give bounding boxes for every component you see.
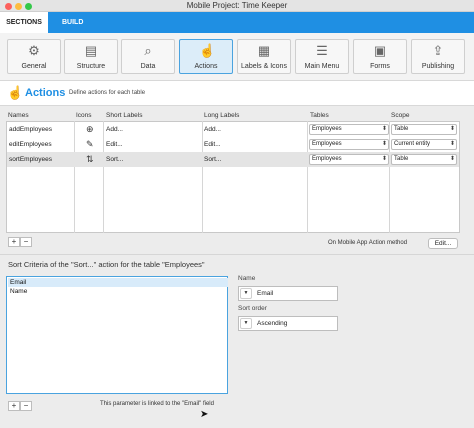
divider (0, 254, 474, 255)
remove-action-button[interactable]: − (20, 237, 32, 247)
window-titlebar: Mobile Project: Time Keeper (0, 0, 474, 12)
actions-header: ☝ Actions Define actions for each table (0, 80, 474, 106)
pointer-hand-icon: ☝ (199, 43, 216, 58)
scope-select[interactable]: Table ⬍ (391, 124, 457, 135)
window-title: Mobile Project: Time Keeper (186, 1, 288, 10)
stepper-arrows-icon: ⬍ (381, 126, 387, 132)
gear-icon: ⚙ (28, 43, 40, 58)
list-item[interactable]: Email (8, 278, 228, 287)
linked-field-note: This parameter is linked to the "Email" … (100, 401, 214, 407)
toolbar-button-data[interactable]: ⌕ Data (121, 39, 175, 74)
toolbar-button-publishing[interactable]: ⇪ Publishing (411, 39, 465, 74)
edit-method-button[interactable]: Edit... (428, 238, 458, 249)
action-name[interactable]: addEmployees (9, 122, 52, 137)
remove-sort-field-button[interactable]: − (20, 401, 32, 411)
long-label[interactable]: Sort... (204, 152, 221, 167)
stepper-arrows-icon: ⬍ (449, 141, 455, 147)
sort-order-select[interactable]: ▼ Ascending (238, 316, 338, 331)
toolbar-button-label: Structure (76, 63, 106, 70)
sort-criteria-title: Sort Criteria of the "Sort..." action fo… (8, 260, 205, 269)
sort-order-value: Ascending (257, 320, 288, 327)
list-item[interactable]: Name (8, 287, 228, 296)
column-header-icons[interactable]: Icons (76, 112, 92, 119)
add-circle-icon[interactable]: ⊕ (86, 122, 94, 137)
short-label[interactable]: Add... (106, 122, 123, 137)
toolbar-button-actions[interactable]: ☝ Actions (179, 39, 233, 74)
toolbar-button-general[interactable]: ⚙ General (7, 39, 61, 74)
chevron-down-icon[interactable]: ▼ (240, 318, 252, 329)
tab-build[interactable]: BUILD (62, 12, 83, 33)
long-label[interactable]: Edit... (204, 137, 221, 152)
table-select[interactable]: Employees ⬍ (309, 139, 389, 150)
stepper-arrows-icon: ⬍ (449, 126, 455, 132)
section-tabbar: SECTIONS BUILD (0, 12, 474, 33)
table-select-value: Employees (312, 156, 342, 162)
column-header-scope[interactable]: Scope (391, 112, 409, 119)
scope-select-value: Current entity (394, 141, 431, 147)
column-header-names[interactable]: Names (8, 112, 29, 119)
name-select-value: Email (257, 290, 274, 297)
pencil-icon[interactable]: ✎ (86, 137, 94, 152)
table-select-value: Employees (312, 141, 342, 147)
column-header-long-labels[interactable]: Long Labels (204, 112, 239, 119)
page-subtitle: Define actions for each table (69, 90, 146, 96)
data-icon: ⌕ (144, 43, 152, 58)
toolbar-button-label: Labels & Icons (241, 63, 287, 70)
table-row[interactable]: addEmployees ⊕ Add... Add... Employees ⬍ Table… (7, 122, 459, 137)
name-field-label: Name (238, 275, 256, 282)
action-name[interactable]: editEmployees (9, 137, 52, 152)
table-select-value: Employees (312, 126, 342, 132)
labels-icons-icon: ▦ (257, 43, 271, 58)
table-row[interactable]: editEmployees ✎ Edit... Edit... Employees ⬍ Cu… (7, 137, 459, 152)
toolbar-button-label: Main Menu (304, 63, 340, 70)
short-label[interactable]: Edit... (106, 137, 123, 152)
toolbar-button-main-menu[interactable]: ☰ Main Menu (295, 39, 349, 74)
page-title: Actions (25, 87, 66, 99)
table-select[interactable]: Employees ⬍ (309, 124, 389, 135)
stepper-arrows-icon: ⬍ (449, 156, 455, 162)
pointer-hand-icon: ☝ (7, 85, 24, 100)
long-label[interactable]: Add... (204, 122, 221, 137)
tab-sections[interactable]: SECTIONS (0, 12, 48, 33)
structure-icon: ▤ (84, 43, 98, 58)
table-row[interactable]: sortEmployees ⇅ Sort... Sort... Employees ⬍ Ta… (7, 152, 459, 167)
forms-icon: ▣ (373, 43, 387, 58)
add-sort-field-button[interactable]: + (8, 401, 20, 411)
scope-select-value: Table (394, 156, 409, 162)
chevron-down-icon[interactable]: ▼ (240, 288, 252, 299)
toolbar-button-forms[interactable]: ▣ Forms (353, 39, 407, 74)
method-label: On Mobile App Action method (328, 240, 408, 246)
toolbar-button-structure[interactable]: ▤ Structure (64, 39, 118, 74)
toolbar-button-label: Actions (194, 63, 218, 70)
stepper-arrows-icon: ⬍ (381, 141, 387, 147)
scope-select[interactable]: Table ⬍ (391, 154, 457, 165)
mouse-cursor-icon: ➤ (200, 409, 209, 420)
name-select[interactable]: ▼ Email (238, 286, 338, 301)
stepper-arrows-icon: ⬍ (381, 156, 387, 162)
sort-arrows-icon[interactable]: ⇅ (86, 152, 94, 167)
publishing-icon: ⇪ (432, 43, 444, 58)
sort-order-label: Sort order (238, 305, 267, 312)
scope-select[interactable]: Current entity ⬍ (391, 139, 457, 150)
toolbar-button-label: Data (140, 63, 156, 70)
column-header-tables[interactable]: Tables (310, 112, 329, 119)
add-action-button[interactable]: + (8, 237, 20, 247)
toolbar-button-label: Publishing (421, 63, 455, 70)
column-header-short-labels[interactable]: Short Labels (106, 112, 143, 119)
action-name[interactable]: sortEmployees (9, 152, 52, 167)
sort-fields-list[interactable]: Email Name (6, 276, 228, 394)
table-select[interactable]: Employees ⬍ (309, 154, 389, 165)
main-menu-icon: ☰ (316, 43, 328, 58)
toolbar-button-label: Forms (370, 63, 390, 70)
scope-select-value: Table (394, 126, 409, 132)
toolbar-button-label: General (21, 63, 47, 70)
toolbar-button-labels-icons[interactable]: ▦ Labels & Icons (237, 39, 291, 74)
short-label[interactable]: Sort... (106, 152, 123, 167)
